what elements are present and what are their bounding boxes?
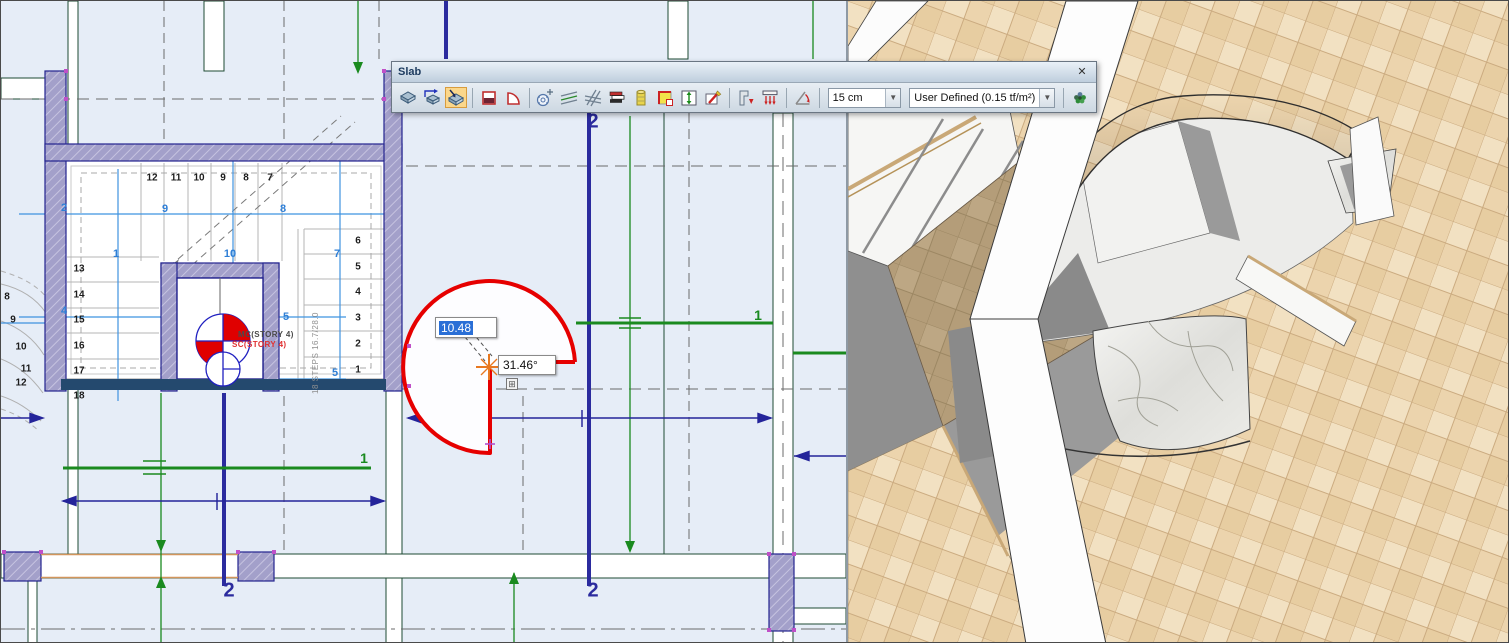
attributes-icon[interactable] (702, 87, 724, 108)
slab-edge-icon[interactable] (421, 87, 443, 108)
slab-thickness-dropdown[interactable]: 15 cm ▼ (828, 88, 902, 108)
toolbar-separator (819, 88, 820, 108)
slab-geometry-icon[interactable] (397, 87, 419, 108)
toolbar-separator (729, 88, 730, 108)
slab-load-dropdown[interactable]: User Defined (0.15 tf/m²) ▼ (909, 88, 1055, 108)
close-icon[interactable]: ✕ (1074, 65, 1090, 80)
slab-toolbar-titlebar[interactable]: Slab ✕ (392, 62, 1096, 83)
stretch-icon[interactable] (678, 87, 700, 108)
slab-thickness-value: 15 cm (829, 92, 886, 104)
tracker-distance-value: 10.48 (439, 321, 473, 335)
panel-icon[interactable] (654, 87, 676, 108)
assign-icon[interactable] (1069, 87, 1091, 108)
tracker-angle-field[interactable]: 31.46° (498, 355, 556, 375)
toolbar-separator (529, 88, 530, 108)
tracker-angle-value: 31.46° (503, 358, 538, 372)
toolbar-separator (472, 88, 473, 108)
loads-icon[interactable] (759, 87, 781, 108)
tracker-more-button[interactable]: ⊞ (506, 378, 518, 390)
slab-hole-icon[interactable] (445, 87, 467, 108)
mesh-icon[interactable] (558, 87, 580, 108)
column-icon[interactable] (630, 87, 652, 108)
toolbar-title: Slab (398, 66, 1074, 78)
slab-toolbar-window: Slab ✕ 15 cm ▼ User Defined (0.15 tf/m²)… (391, 61, 1097, 113)
tracker-distance-input[interactable]: 10.48 (435, 317, 497, 338)
toolbar-separator (786, 88, 787, 108)
angle-dim-icon[interactable] (792, 87, 814, 108)
corner-drop-icon[interactable] (735, 87, 757, 108)
chevron-down-icon[interactable]: ▼ (885, 89, 900, 107)
archicad-window: 1211109876543211314151617188910111229811… (0, 0, 1509, 643)
chevron-down-icon[interactable]: ▼ (1039, 89, 1054, 107)
slab-load-value: User Defined (0.15 tf/m²) (910, 92, 1039, 104)
slab-toolbar-body: 15 cm ▼ User Defined (0.15 tf/m²) ▼ (392, 83, 1096, 112)
layers-icon[interactable] (606, 87, 628, 108)
crosshatch-icon[interactable] (582, 87, 604, 108)
slab-section-icon[interactable] (478, 87, 500, 108)
slab-arc-icon[interactable] (502, 87, 524, 108)
core-grid-icon[interactable] (534, 87, 556, 108)
